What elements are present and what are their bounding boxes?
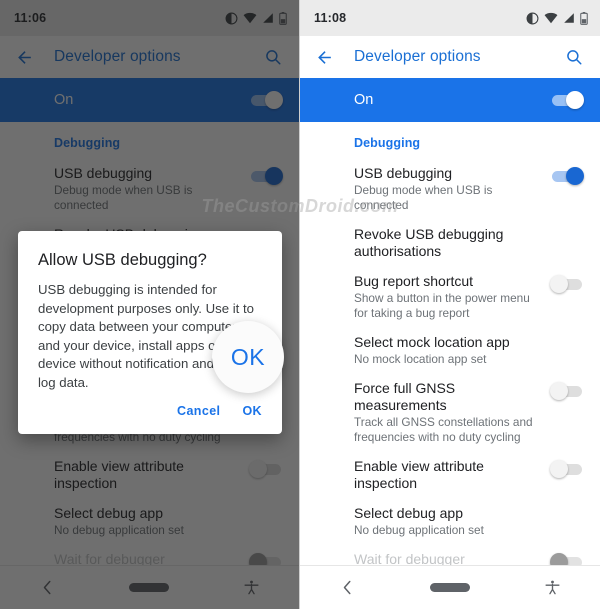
tap-highlight-label: OK	[230, 343, 266, 370]
usb-debugging-toggle[interactable]	[550, 166, 584, 186]
row-subtitle: No debug application set	[354, 523, 484, 537]
bug-report-shortcut-toggle[interactable]	[550, 274, 584, 294]
list-item[interactable]: Revoke USB debugging authorisations	[300, 213, 600, 260]
list-item[interactable]: Force full GNSS measurementsTrack all GN…	[300, 367, 600, 445]
view-attribute-inspection-toggle[interactable]	[550, 459, 584, 479]
phone-screen-right: 11:08 Developer options On Debugging USB…	[300, 0, 600, 609]
search-icon[interactable]	[562, 45, 586, 69]
row-title: Select debug app	[354, 505, 463, 521]
tap-highlight-ok[interactable]: OK	[212, 321, 284, 393]
back-arrow-icon[interactable]	[312, 45, 336, 69]
master-toggle-switch[interactable]	[550, 90, 584, 110]
page-title: Developer options	[354, 48, 481, 65]
settings-list-right: Debugging USB debugging Debug mode when U…	[300, 122, 600, 609]
row-subtitle: Track all GNSS constellations and freque…	[354, 415, 533, 444]
dialog-actions: Cancel OK	[38, 404, 262, 424]
row-title: Enable view attribute inspection	[354, 458, 484, 491]
cancel-button[interactable]: Cancel	[177, 404, 220, 418]
status-clock: 11:08	[314, 11, 347, 25]
app-bar: Developer options	[300, 36, 600, 78]
row-title: Select mock location app	[354, 334, 510, 350]
nav-back-icon[interactable]	[335, 576, 359, 600]
status-icons	[526, 11, 588, 25]
navigation-bar	[300, 565, 600, 609]
row-title: USB debugging	[354, 165, 453, 181]
screenshot-pair: 11:06 Developer options On Debugging	[0, 0, 600, 609]
row-subtitle: Show a button in the power menu for taki…	[354, 291, 530, 320]
list-item[interactable]: Enable view attribute inspection	[300, 445, 600, 492]
accessibility-icon[interactable]	[541, 576, 565, 600]
dialog-title: Allow USB debugging?	[38, 251, 207, 269]
cellular-signal-icon	[564, 13, 574, 23]
wifi-icon	[544, 12, 558, 24]
battery-icon	[580, 11, 588, 25]
section-header-debugging: Debugging	[354, 136, 421, 150]
force-full-gnss-toggle[interactable]	[550, 381, 584, 401]
list-item[interactable]: Bug report shortcut Show a button in the …	[300, 260, 600, 321]
ok-button[interactable]: OK	[242, 404, 262, 418]
status-bar: 11:08	[300, 0, 600, 36]
row-subtitle: No mock location app set	[354, 352, 487, 366]
master-toggle-label: On	[354, 92, 374, 108]
developer-options-master-row[interactable]: On	[300, 78, 600, 122]
row-title: Revoke USB debugging authorisations	[354, 226, 504, 259]
row-subtitle: Debug mode when USB is connected	[354, 183, 493, 212]
row-title: Bug report shortcut	[354, 273, 474, 289]
list-item[interactable]: Select debug app No debug application set	[300, 492, 600, 538]
dnd-icon	[526, 12, 539, 24]
list-item[interactable]: USB debugging Debug mode when USB is conn…	[300, 152, 600, 213]
phone-screen-left: 11:06 Developer options On Debugging	[0, 0, 300, 609]
list-item[interactable]: Select mock location app No mock location…	[300, 321, 600, 367]
row-title: Force full GNSS measurements	[354, 380, 456, 413]
nav-home-pill[interactable]	[429, 583, 470, 592]
